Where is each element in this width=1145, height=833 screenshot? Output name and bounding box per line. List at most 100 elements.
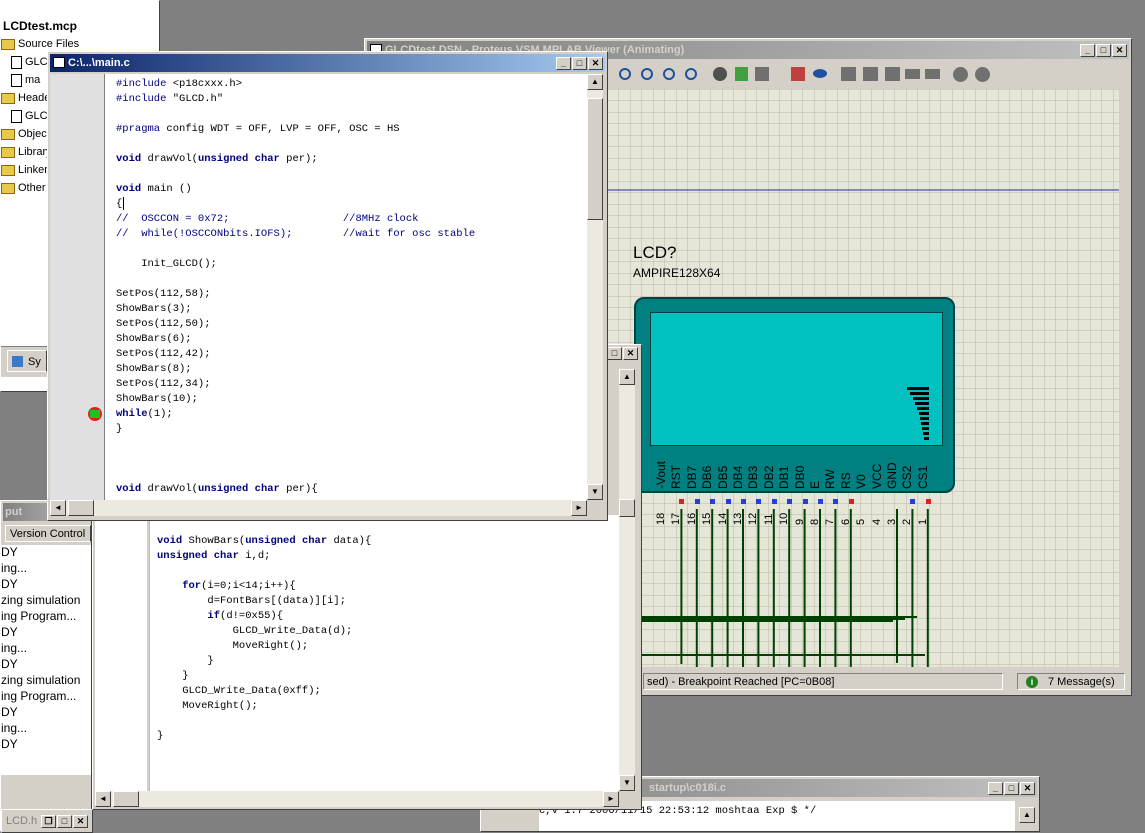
pin-marker[interactable] [756, 499, 762, 504]
pin-marker[interactable] [679, 499, 685, 504]
tree-item[interactable]: Object [1, 125, 50, 143]
main-maximize-button[interactable]: □ [572, 56, 587, 70]
tree-item[interactable]: GLC [11, 107, 48, 125]
pin-marker[interactable] [818, 499, 823, 504]
second-scroll-thumb[interactable] [619, 499, 635, 517]
zoom-in-icon[interactable] [619, 68, 631, 80]
tree-item[interactable]: Library [1, 143, 52, 161]
code-line: #include "GLCD.h" [116, 93, 224, 105]
pin-marker[interactable] [741, 499, 746, 504]
code-line: MoveRight(); [157, 640, 309, 652]
project-title[interactable]: LCDtest.mcp [3, 19, 77, 33]
startup-scroll-up[interactable]: ▲ [1019, 807, 1035, 823]
pin-marker[interactable] [864, 499, 869, 504]
block-icon-2[interactable] [863, 67, 878, 81]
second-scroll-down[interactable]: ▼ [619, 775, 635, 791]
second-editor-hscroll[interactable]: ◄ ► [95, 791, 619, 807]
main-editor-gutter[interactable] [50, 74, 105, 500]
code-line: Init_GLCD(); [116, 258, 217, 270]
main-hscroll-thumb[interactable] [68, 500, 94, 516]
second-hscroll-thumb[interactable] [113, 791, 139, 807]
code-line: SetPos(112,42); [116, 348, 211, 360]
tree-item[interactable]: GLC [11, 53, 48, 71]
restore-button[interactable]: ❐ [41, 815, 56, 828]
second-hscroll-left[interactable]: ◄ [95, 791, 111, 807]
main-scroll-down[interactable]: ▼ [587, 484, 603, 500]
graph-icon[interactable] [791, 67, 805, 81]
proteus-minimize-button[interactable]: _ [1080, 43, 1095, 57]
pin-marker[interactable] [895, 499, 900, 504]
pin-number: 7 [824, 518, 837, 525]
zoom-area-icon[interactable] [685, 68, 697, 80]
second-editor-vscroll[interactable]: ▲ ▼ [619, 369, 635, 791]
proteus-close-button[interactable]: ✕ [1112, 43, 1127, 57]
code-line: // OSCCON = 0x72; //8MHz clock [116, 213, 419, 225]
main-hscroll-left[interactable]: ◄ [50, 500, 66, 516]
breakpoint-arrow-icon[interactable] [88, 407, 102, 421]
block-icon-5[interactable] [925, 69, 940, 79]
pin-marker[interactable] [787, 499, 793, 504]
main-editor-window: C:\...\main.c _ □ ✕ #include <p18cxxx.h>… [47, 51, 608, 521]
main-editor-hscroll[interactable]: ◄ ► [50, 500, 587, 516]
tree-item[interactable]: ma [11, 71, 40, 89]
lcd-h-tab[interactable]: LCD.h ❐ □ ✕ [1, 809, 93, 833]
bug-icon[interactable] [713, 67, 727, 81]
output-log: DY ing... DY zing simulation ing Program... D… [1, 545, 91, 775]
eye-icon[interactable] [813, 69, 827, 78]
pin-label: DB3 [746, 465, 761, 489]
output-line: zing simulation [1, 673, 81, 687]
maximize-button[interactable]: □ [57, 815, 72, 828]
output-line: DY [1, 737, 18, 751]
project-tab-symbols[interactable]: Sy [7, 350, 47, 372]
pin-marker[interactable] [910, 499, 916, 504]
output-tab-version-control[interactable]: Version Control [5, 525, 91, 542]
main-scroll-thumb[interactable] [587, 98, 603, 220]
pin-marker[interactable] [694, 499, 700, 504]
pin-marker[interactable] [802, 499, 808, 504]
pin-marker[interactable] [848, 499, 854, 504]
messages-panel[interactable]: i 7 Message(s) [1017, 673, 1125, 690]
pin-number: 10 [778, 512, 791, 525]
pin-marker[interactable] [771, 499, 777, 504]
startup-maximize-button[interactable]: □ [1004, 781, 1019, 795]
output-window: put Version Control DY ing... DY zing simul… [0, 500, 93, 833]
pin-marker[interactable] [880, 499, 885, 504]
second-editor-close-button[interactable]: ✕ [623, 347, 638, 360]
second-scroll-up[interactable]: ▲ [619, 369, 635, 385]
second-editor-restore-button[interactable]: □ [607, 347, 622, 360]
output-line: ing... [1, 561, 28, 575]
pin-marker[interactable] [725, 499, 731, 504]
zoom-out-icon[interactable] [641, 68, 653, 80]
lcd-component[interactable] [634, 297, 955, 493]
code-line: GLCD_Write_Data(0xff); [157, 685, 321, 697]
code-line: } [157, 655, 214, 667]
pin-marker[interactable] [664, 499, 669, 504]
code-line: } [116, 423, 123, 435]
startup-close-button[interactable]: ✕ [1020, 781, 1035, 795]
main-scroll-up[interactable]: ▲ [587, 74, 603, 90]
proteus-maximize-button[interactable]: □ [1096, 43, 1111, 57]
circle-icon-2[interactable] [975, 67, 990, 82]
main-hscroll-right[interactable]: ► [571, 500, 587, 516]
pin-marker[interactable] [710, 499, 716, 504]
pin-label: -Vout [654, 460, 668, 489]
main-editor-titlebar[interactable]: C:\...\main.c _ □ ✕ [50, 54, 605, 72]
close-button[interactable]: ✕ [73, 815, 88, 828]
second-hscroll-right[interactable]: ► [603, 791, 619, 807]
block-icon-1[interactable] [841, 67, 856, 81]
circle-icon-1[interactable] [953, 67, 968, 82]
second-editor-code: void ShowBars(unsigned char data){unsign… [157, 534, 371, 744]
folder-icon [1, 128, 15, 140]
main-editor-vscroll[interactable]: ▲ ▼ [587, 74, 603, 500]
zoom-all-icon[interactable] [663, 68, 675, 80]
pin-marker[interactable] [925, 499, 931, 504]
block-icon-4[interactable] [905, 69, 920, 79]
startup-minimize-button[interactable]: _ [988, 781, 1003, 795]
chip-icon[interactable] [735, 67, 748, 81]
tool-icon[interactable] [755, 67, 769, 81]
pin-marker[interactable] [833, 499, 839, 504]
main-close-button[interactable]: ✕ [588, 56, 603, 70]
block-icon-3[interactable] [885, 67, 900, 81]
main-minimize-button[interactable]: _ [556, 56, 571, 70]
